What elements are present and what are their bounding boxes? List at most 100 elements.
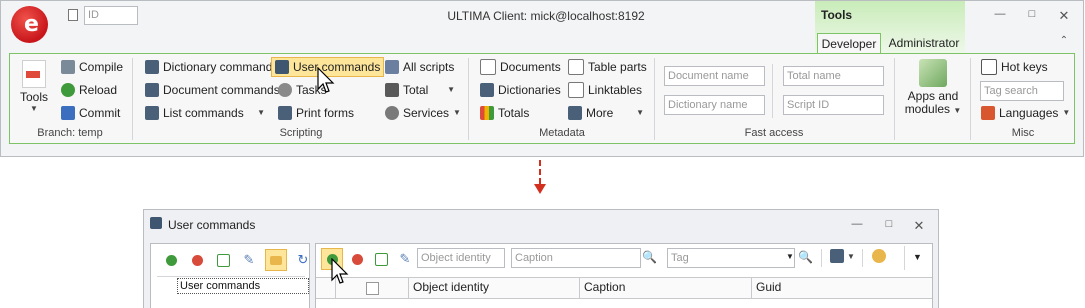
documents-icon bbox=[480, 59, 496, 75]
app-logo[interactable]: e bbox=[11, 6, 48, 43]
grid-header: Object identity Caption Guid bbox=[316, 277, 932, 299]
print-forms-label: Print forms bbox=[296, 106, 355, 120]
tree-add-button[interactable] bbox=[161, 250, 181, 270]
tree-pane: ✎ ↻ User commands bbox=[150, 243, 310, 308]
column-object-identity[interactable]: Object identity bbox=[409, 278, 580, 298]
documents-button[interactable]: Documents bbox=[477, 57, 564, 77]
tab-administrator[interactable]: Administrator bbox=[885, 33, 963, 53]
compile-icon bbox=[61, 60, 75, 74]
sun-settings-icon bbox=[872, 249, 886, 263]
hot-keys-button[interactable]: Hot keys bbox=[978, 57, 1051, 77]
more-button[interactable]: More ▼ bbox=[565, 103, 647, 123]
misc-group-label: Misc bbox=[1011, 127, 1035, 139]
commit-label: Commit bbox=[79, 106, 121, 120]
caption-input[interactable]: Caption bbox=[511, 248, 641, 268]
tag-dropdown-icon[interactable]: ▼ bbox=[786, 252, 794, 261]
remove-icon bbox=[351, 253, 363, 265]
linktables-button[interactable]: Linktables bbox=[565, 80, 645, 100]
copy-icon bbox=[374, 252, 388, 266]
total-button[interactable]: Total ▼ bbox=[382, 80, 458, 100]
more-caret-icon: ▼ bbox=[636, 108, 644, 117]
collapse-ribbon-button[interactable]: ⌃ bbox=[1055, 35, 1073, 49]
document-name-input[interactable]: Document name bbox=[664, 66, 765, 86]
id-input[interactable]: ID bbox=[84, 6, 138, 25]
object-identity-input[interactable]: Object identity bbox=[417, 248, 505, 268]
tree-folder-button[interactable] bbox=[265, 249, 287, 271]
grid-remove-button[interactable] bbox=[347, 249, 367, 269]
total-name-input[interactable]: Total name bbox=[783, 66, 884, 86]
documents-label: Documents bbox=[500, 60, 561, 74]
all-scripts-button[interactable]: All scripts bbox=[382, 57, 457, 77]
toolbar-divider bbox=[821, 249, 822, 267]
caption-search-icon[interactable]: 🔍 bbox=[642, 250, 657, 264]
linktables-icon bbox=[568, 82, 584, 98]
branch-group-label: Branch: temp bbox=[37, 127, 103, 139]
dictionary-name-input[interactable]: Dictionary name bbox=[664, 95, 765, 115]
grid-copy-button[interactable] bbox=[371, 249, 391, 269]
dictionaries-button[interactable]: Dictionaries bbox=[477, 80, 564, 100]
tools-context-label: Tools bbox=[821, 8, 853, 22]
print-forms-button[interactable]: Print forms bbox=[275, 103, 357, 123]
reload-icon bbox=[61, 83, 75, 97]
all-scripts-label: All scripts bbox=[403, 60, 455, 74]
column-guid[interactable]: Guid bbox=[752, 278, 932, 298]
list-commands-button[interactable]: List commands ▼ bbox=[142, 103, 268, 123]
tag-input[interactable]: Tag bbox=[667, 248, 795, 268]
mouse-cursor-icon bbox=[331, 258, 349, 284]
metadata-group-label: Metadata bbox=[539, 127, 585, 139]
modules-cubes-icon bbox=[919, 59, 947, 87]
dictionaries-label: Dictionaries bbox=[498, 83, 561, 97]
table-parts-button[interactable]: Table parts bbox=[565, 57, 650, 77]
tag-search-icon[interactable]: 🔍 bbox=[798, 250, 813, 264]
scripting-group-label: Scripting bbox=[279, 127, 323, 139]
list-commands-caret-icon: ▼ bbox=[257, 108, 265, 117]
commit-button[interactable]: Commit bbox=[58, 103, 123, 123]
add-icon bbox=[165, 254, 177, 266]
select-all-checkbox[interactable] bbox=[365, 281, 379, 295]
reload-button[interactable]: Reload bbox=[58, 80, 120, 100]
dictionary-commands-button[interactable]: Dictionary commands bbox=[142, 57, 281, 77]
restore-button[interactable]: □ bbox=[1023, 8, 1041, 22]
settings-button[interactable] bbox=[872, 249, 886, 266]
user-commands-window-icon bbox=[150, 217, 162, 229]
languages-icon bbox=[981, 106, 995, 120]
minimize-button[interactable]: — bbox=[991, 8, 1009, 22]
toolbar-divider bbox=[904, 246, 905, 270]
list-commands-icon bbox=[145, 106, 159, 120]
print-caret-icon: ▼ bbox=[847, 251, 855, 261]
child-restore-button[interactable]: □ bbox=[880, 218, 898, 232]
tree-edit-button[interactable]: ✎ bbox=[239, 250, 259, 270]
more-options-icon[interactable]: ▼ bbox=[913, 252, 922, 262]
compile-button[interactable]: Compile bbox=[58, 57, 126, 77]
tools-caret-icon: ▼ bbox=[30, 104, 38, 113]
apps-and-modules-button[interactable]: Apps and modules ▼ bbox=[898, 57, 968, 123]
grid-edit-button[interactable]: ✎ bbox=[395, 249, 415, 269]
linktables-label: Linktables bbox=[588, 83, 643, 97]
close-button[interactable]: ✕ bbox=[1055, 8, 1073, 23]
tree-remove-button[interactable] bbox=[187, 250, 207, 270]
totals-button[interactable]: Totals bbox=[477, 103, 532, 123]
languages-button[interactable]: Languages ▼ bbox=[978, 103, 1070, 123]
field-divider bbox=[772, 64, 773, 118]
ver-icon bbox=[22, 60, 46, 88]
script-id-input[interactable]: Script ID bbox=[783, 95, 884, 115]
tree-item-user-commands[interactable]: User commands bbox=[177, 278, 309, 294]
user-commands-label: User commands bbox=[293, 60, 381, 74]
tree-refresh-button[interactable]: ↻ bbox=[293, 250, 313, 270]
tab-developer[interactable]: Developer bbox=[817, 33, 881, 53]
child-close-button[interactable]: ✕ bbox=[910, 218, 928, 233]
tag-search-input[interactable]: Tag search bbox=[980, 81, 1064, 101]
remove-icon bbox=[191, 254, 203, 266]
grid-pane: ✎ Object identity Caption 🔍 Tag ▼ 🔍 ▼ ▼ … bbox=[315, 243, 933, 308]
print-button[interactable]: ▼ bbox=[830, 249, 855, 263]
tools-button[interactable]: Tools ▼ bbox=[16, 58, 52, 120]
user-commands-icon bbox=[275, 60, 289, 74]
dictionaries-icon bbox=[480, 83, 494, 97]
child-minimize-button[interactable]: — bbox=[848, 218, 866, 232]
document-commands-button[interactable]: Document commands bbox=[142, 80, 283, 100]
tree-copy-button[interactable] bbox=[213, 250, 233, 270]
services-button[interactable]: Services ▼ bbox=[382, 103, 461, 123]
languages-label: Languages bbox=[999, 106, 1059, 120]
services-caret-icon: ▼ bbox=[453, 108, 461, 117]
column-caption[interactable]: Caption bbox=[580, 278, 752, 298]
